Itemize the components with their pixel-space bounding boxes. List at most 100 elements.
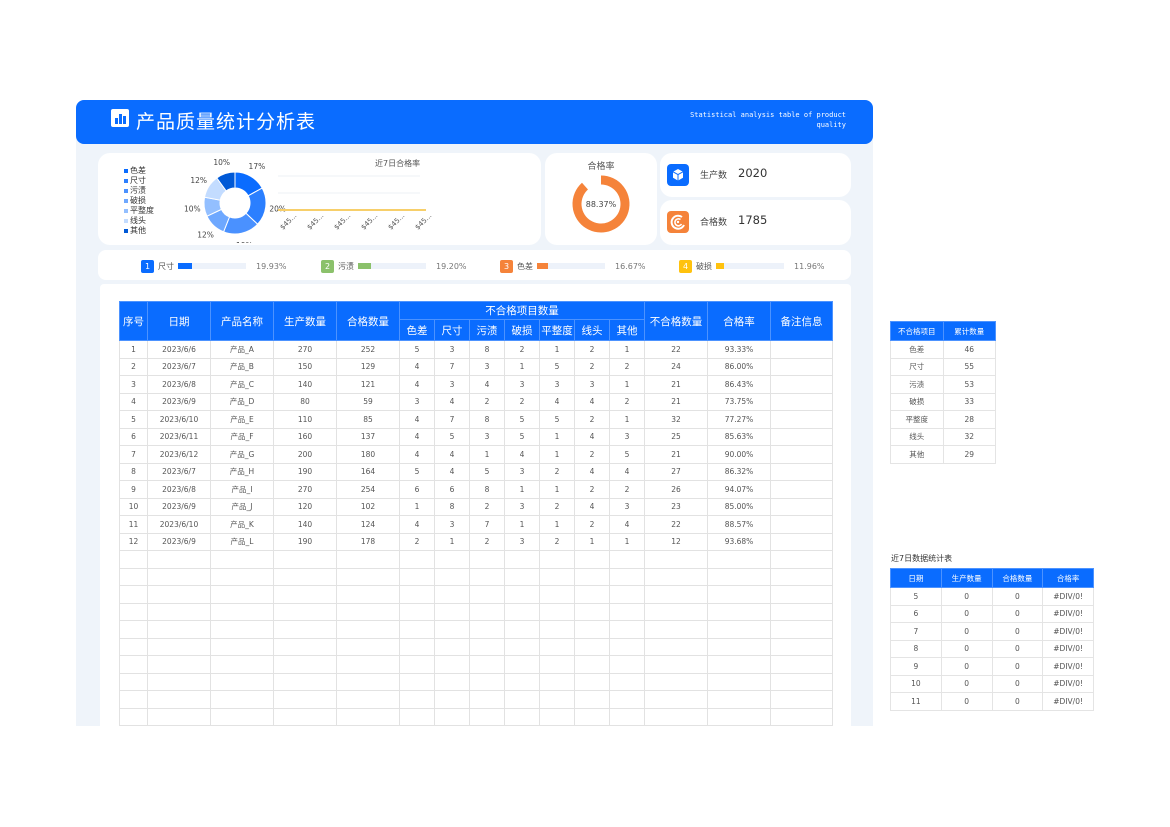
empty-cell[interactable]	[119, 550, 148, 569]
empty-cell[interactable]	[434, 567, 470, 586]
empty-cell[interactable]	[644, 707, 709, 726]
empty-cell[interactable]	[707, 602, 772, 621]
empty-cell[interactable]	[608, 655, 646, 674]
empty-cell[interactable]	[273, 672, 337, 691]
empty-cell[interactable]	[119, 690, 148, 709]
empty-cell[interactable]	[608, 567, 646, 586]
empty-cell[interactable]	[147, 585, 211, 604]
empty-cell[interactable]	[119, 707, 148, 726]
empty-cell[interactable]	[273, 550, 337, 569]
empty-cell[interactable]	[336, 637, 400, 656]
empty-cell[interactable]	[707, 672, 772, 691]
empty-cell[interactable]	[210, 707, 274, 726]
empty-cell[interactable]	[644, 637, 709, 656]
empty-cell[interactable]	[434, 655, 470, 674]
empty-cell[interactable]	[119, 567, 148, 586]
empty-cell[interactable]	[504, 620, 540, 639]
empty-cell[interactable]	[469, 620, 505, 639]
empty-cell[interactable]	[210, 655, 274, 674]
empty-cell[interactable]	[273, 620, 337, 639]
empty-cell[interactable]	[707, 585, 772, 604]
empty-cell[interactable]	[210, 585, 274, 604]
empty-cell[interactable]	[469, 707, 505, 726]
empty-cell[interactable]	[469, 602, 505, 621]
empty-cell[interactable]	[336, 672, 400, 691]
empty-cell[interactable]	[574, 620, 610, 639]
empty-cell[interactable]	[469, 550, 505, 569]
empty-cell[interactable]	[574, 567, 610, 586]
empty-cell[interactable]	[273, 585, 337, 604]
empty-cell[interactable]	[336, 707, 400, 726]
empty-cell[interactable]	[504, 567, 540, 586]
empty-cell[interactable]	[147, 602, 211, 621]
empty-cell[interactable]	[399, 637, 435, 656]
empty-cell[interactable]	[469, 637, 505, 656]
empty-cell[interactable]	[770, 690, 834, 709]
empty-cell[interactable]	[210, 637, 274, 656]
empty-cell[interactable]	[399, 620, 435, 639]
empty-cell[interactable]	[469, 690, 505, 709]
empty-cell[interactable]	[399, 602, 435, 621]
empty-cell[interactable]	[147, 567, 211, 586]
empty-cell[interactable]	[336, 620, 400, 639]
empty-cell[interactable]	[434, 690, 470, 709]
empty-cell[interactable]	[504, 707, 540, 726]
empty-cell[interactable]	[434, 602, 470, 621]
empty-cell[interactable]	[574, 690, 610, 709]
empty-cell[interactable]	[707, 655, 772, 674]
empty-cell[interactable]	[273, 655, 337, 674]
empty-cell[interactable]	[644, 655, 709, 674]
empty-cell[interactable]	[707, 567, 772, 586]
empty-cell[interactable]	[770, 567, 834, 586]
empty-cell[interactable]	[399, 550, 435, 569]
empty-cell[interactable]	[147, 690, 211, 709]
empty-cell[interactable]	[210, 550, 274, 569]
empty-cell[interactable]	[770, 620, 834, 639]
empty-cell[interactable]	[469, 655, 505, 674]
empty-cell[interactable]	[644, 690, 709, 709]
empty-cell[interactable]	[608, 707, 646, 726]
empty-cell[interactable]	[770, 637, 834, 656]
empty-cell[interactable]	[608, 585, 646, 604]
empty-cell[interactable]	[539, 567, 575, 586]
empty-cell[interactable]	[707, 690, 772, 709]
empty-cell[interactable]	[707, 550, 772, 569]
empty-cell[interactable]	[504, 602, 540, 621]
empty-cell[interactable]	[210, 567, 274, 586]
empty-cell[interactable]	[504, 550, 540, 569]
empty-cell[interactable]	[147, 550, 211, 569]
empty-cell[interactable]	[434, 672, 470, 691]
empty-cell[interactable]	[119, 602, 148, 621]
empty-cell[interactable]	[434, 707, 470, 726]
empty-cell[interactable]	[469, 567, 505, 586]
empty-cell[interactable]	[434, 550, 470, 569]
empty-cell[interactable]	[147, 620, 211, 639]
empty-cell[interactable]	[504, 637, 540, 656]
empty-cell[interactable]	[539, 585, 575, 604]
empty-cell[interactable]	[644, 567, 709, 586]
empty-cell[interactable]	[210, 620, 274, 639]
empty-cell[interactable]	[469, 672, 505, 691]
empty-cell[interactable]	[119, 655, 148, 674]
empty-cell[interactable]	[434, 620, 470, 639]
empty-cell[interactable]	[608, 602, 646, 621]
empty-cell[interactable]	[119, 672, 148, 691]
empty-cell[interactable]	[608, 550, 646, 569]
empty-cell[interactable]	[504, 655, 540, 674]
empty-cell[interactable]	[434, 637, 470, 656]
empty-cell[interactable]	[336, 550, 400, 569]
empty-cell[interactable]	[707, 637, 772, 656]
empty-cell[interactable]	[539, 707, 575, 726]
empty-cell[interactable]	[644, 672, 709, 691]
empty-cell[interactable]	[399, 707, 435, 726]
empty-cell[interactable]	[574, 707, 610, 726]
empty-cell[interactable]	[273, 690, 337, 709]
empty-cell[interactable]	[399, 655, 435, 674]
empty-cell[interactable]	[644, 620, 709, 639]
empty-cell[interactable]	[119, 620, 148, 639]
empty-cell[interactable]	[147, 655, 211, 674]
empty-cell[interactable]	[336, 602, 400, 621]
empty-cell[interactable]	[608, 620, 646, 639]
empty-cell[interactable]	[469, 585, 505, 604]
empty-cell[interactable]	[644, 602, 709, 621]
